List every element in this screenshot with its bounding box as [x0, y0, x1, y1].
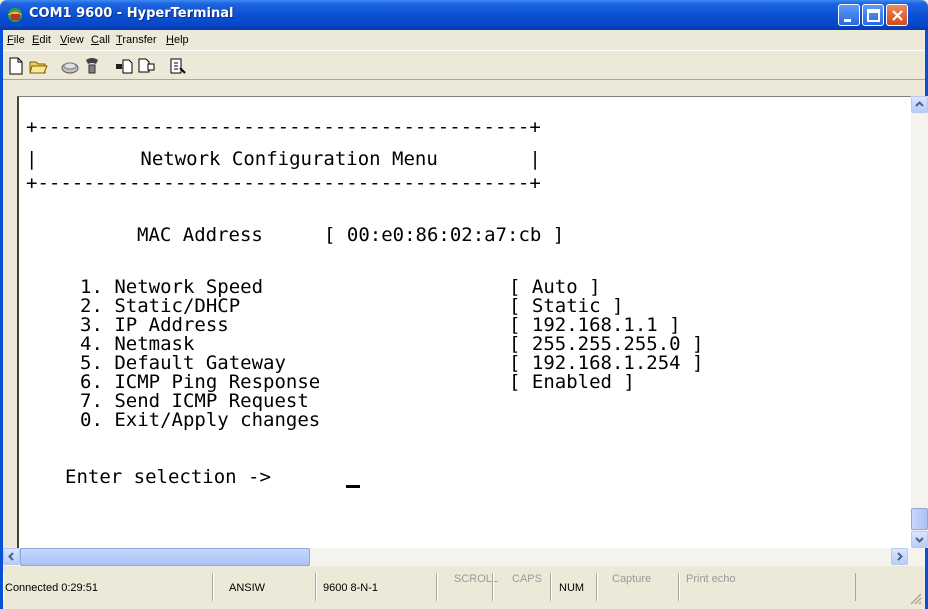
- status-port-settings: 9600 8-N-1: [323, 582, 379, 594]
- horizontal-scroll-thumb[interactable]: [20, 548, 310, 566]
- status-num: NUM: [559, 582, 585, 594]
- menu-transfer[interactable]: Transfer: [116, 34, 157, 46]
- option-exit-apply: 0. Exit/Apply changes: [80, 409, 321, 431]
- mac-address-label: MAC Address: [137, 224, 263, 246]
- properties-icon[interactable]: [168, 56, 188, 76]
- option-default-gateway: 5. Default Gateway: [80, 352, 286, 374]
- resize-grip-icon[interactable]: [909, 592, 923, 606]
- status-caps: CAPS: [512, 573, 542, 585]
- menu-edit[interactable]: Edit: [32, 34, 51, 46]
- receive-icon[interactable]: [136, 56, 156, 76]
- menu-border-top: +---------------------------------------…: [26, 116, 541, 138]
- menu-title-line: | Network Configuration Menu |: [26, 148, 541, 170]
- title-bar[interactable]: COM1 9600 - HyperTerminal: [0, 0, 928, 30]
- value-default-gateway: [ 192.168.1.254 ]: [509, 352, 704, 374]
- close-button[interactable]: [886, 4, 908, 26]
- toolbar: [3, 50, 925, 80]
- horizontal-scrollbar[interactable]: [3, 548, 925, 566]
- maximize-button[interactable]: [862, 4, 884, 26]
- window-title: COM1 9600 - HyperTerminal: [29, 6, 234, 21]
- chevron-up-icon: [915, 101, 924, 107]
- menu-help[interactable]: Help: [166, 34, 189, 46]
- option-network-speed: 1. Network Speed: [80, 276, 264, 298]
- option-ip-address: 3. IP Address: [80, 314, 229, 336]
- option-icmp-ping-response: 6. ICMP Ping Response: [80, 371, 321, 393]
- chevron-down-icon: [915, 537, 924, 543]
- mac-address-value: [ 00:e0:86:02:a7:cb ]: [324, 224, 565, 246]
- minimize-icon: [844, 19, 851, 22]
- terminal-screen[interactable]: +---------------------------------------…: [17, 96, 911, 548]
- status-bar: Connected 0:29:51 ANSIW 9600 8-N-1 SCROL…: [3, 568, 925, 609]
- hyperterminal-icon: [8, 8, 22, 22]
- scroll-right-button[interactable]: [891, 548, 908, 565]
- menu-call[interactable]: Call: [91, 34, 110, 46]
- selection-prompt: Enter selection ->: [65, 466, 271, 488]
- scroll-up-button[interactable]: [911, 96, 928, 113]
- text-cursor: [346, 485, 360, 488]
- vertical-scrollbar[interactable]: [911, 96, 928, 548]
- value-icmp-ping-response: [ Enabled ]: [509, 371, 635, 393]
- option-static-dhcp: 2. Static/DHCP: [80, 295, 241, 317]
- menu-view[interactable]: View: [60, 34, 84, 46]
- value-ip-address: [ 192.168.1.1 ]: [509, 314, 681, 336]
- vertical-scroll-thumb[interactable]: [911, 508, 928, 530]
- menu-file[interactable]: File: [7, 34, 25, 46]
- status-capture: Capture: [612, 573, 652, 585]
- value-network-speed: [ Auto ]: [509, 276, 601, 298]
- chevron-right-icon: [897, 552, 903, 561]
- menu-bar: File Edit View Call Transfer Help: [3, 30, 925, 50]
- value-netmask: [ 255.255.255.0 ]: [509, 333, 704, 355]
- disconnect-icon[interactable]: [82, 56, 102, 76]
- connect-icon[interactable]: [60, 56, 80, 76]
- scroll-left-button[interactable]: [3, 548, 20, 565]
- option-send-icmp-request: 7. Send ICMP Request: [80, 390, 309, 412]
- menu-border-bottom: +---------------------------------------…: [26, 172, 541, 194]
- close-icon: [892, 10, 903, 21]
- status-connected: Connected 0:29:51: [5, 582, 98, 594]
- value-static-dhcp: [ Static ]: [509, 295, 624, 317]
- chevron-left-icon: [8, 552, 14, 561]
- status-scroll: SCROLL: [454, 573, 499, 585]
- send-icon[interactable]: [114, 56, 134, 76]
- window-frame-left: [0, 30, 3, 609]
- new-icon[interactable]: [6, 56, 26, 76]
- maximize-icon: [867, 9, 880, 22]
- status-emulation: ANSIW: [229, 582, 266, 594]
- minimize-button[interactable]: [838, 4, 860, 26]
- option-netmask: 4. Netmask: [80, 333, 195, 355]
- status-print-echo: Print echo: [686, 573, 736, 585]
- scroll-down-button[interactable]: [911, 531, 928, 548]
- open-icon[interactable]: [28, 56, 48, 76]
